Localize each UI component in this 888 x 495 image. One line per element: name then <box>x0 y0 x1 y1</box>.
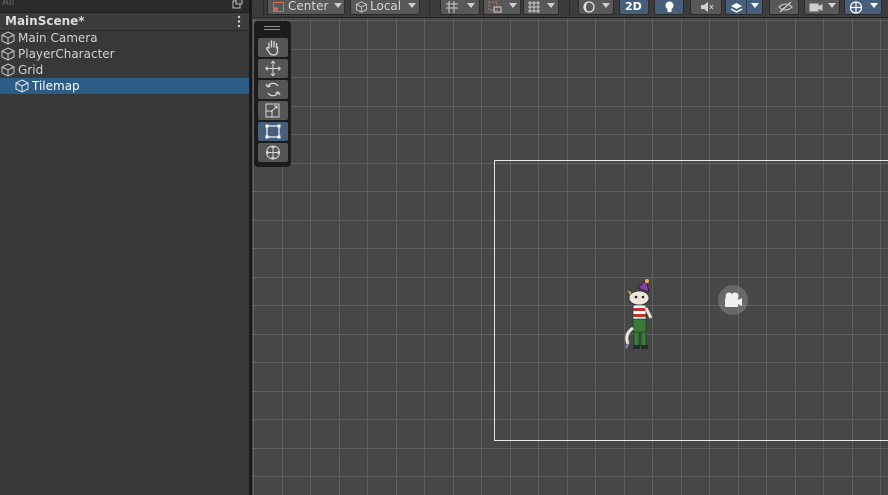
pivot-rotation-label: Local <box>370 0 402 13</box>
gameobject-cube-icon <box>15 79 29 93</box>
hand-tool-button[interactable] <box>258 38 288 57</box>
pivot-mode-label: Center <box>288 0 329 13</box>
overlay-grip[interactable] <box>264 29 280 30</box>
hierarchy-item-label: PlayerCharacter <box>18 47 115 61</box>
toolbar-separator <box>746 0 747 15</box>
chevron-down-icon <box>547 3 555 8</box>
camera-gizmo-icon[interactable] <box>718 285 748 315</box>
chevron-down-icon <box>509 3 517 8</box>
grid-visibility-dropdown[interactable] <box>523 0 559 15</box>
camera-settings-dropdown[interactable] <box>804 0 840 15</box>
create-icon[interactable] <box>231 0 243 9</box>
2d-mode-toggle[interactable]: 2D <box>619 0 649 15</box>
scene-visibility-toggle[interactable] <box>769 0 799 15</box>
player-character-sprite[interactable] <box>622 278 662 352</box>
tools-overlay[interactable] <box>254 21 291 167</box>
scene-name: MainScene* <box>5 14 85 28</box>
chevron-down-icon <box>467 3 475 8</box>
hierarchy-item-grid[interactable]: Grid <box>0 62 249 78</box>
hidden-eye-icon <box>778 1 793 13</box>
rotate-tool-button[interactable] <box>258 80 288 99</box>
transform-icon <box>266 145 280 160</box>
hierarchy-search-input[interactable]: All <box>2 0 14 8</box>
pivot-rotation-dropdown[interactable]: Local <box>350 0 420 15</box>
scale-tool-button[interactable] <box>258 101 288 120</box>
chevron-down-icon <box>334 3 342 8</box>
rect-transform-icon <box>265 124 281 139</box>
gameobject-cube-icon <box>1 31 15 45</box>
toolbar-separator <box>263 0 264 15</box>
gameobject-cube-icon <box>1 63 15 77</box>
chevron-down-icon <box>602 3 610 8</box>
2d-mode-label: 2D <box>625 0 642 13</box>
transform-tool-button[interactable] <box>258 143 288 162</box>
hierarchy-item-label: Grid <box>18 63 44 77</box>
effects-dropdown[interactable] <box>725 0 763 15</box>
scene-header[interactable]: MainScene* <box>0 13 249 31</box>
grid-snap-icon <box>446 1 458 13</box>
scene-view[interactable] <box>252 0 888 495</box>
local-space-cube-icon <box>355 1 368 13</box>
rect-tool-button[interactable] <box>258 122 288 141</box>
snap-increment-icon <box>488 1 502 13</box>
camera-bounds <box>494 160 888 441</box>
shaded-sphere-icon <box>583 1 595 13</box>
rotate-icon <box>265 82 281 97</box>
pivot-center-icon <box>273 2 284 12</box>
incremental-snap-dropdown[interactable] <box>483 0 521 15</box>
chevron-down-icon <box>408 3 416 8</box>
hierarchy-item-label: Main Camera <box>18 31 98 45</box>
move-arrows-icon <box>265 60 281 77</box>
more-options-icon[interactable] <box>237 15 241 28</box>
scene-audio-toggle[interactable] <box>690 0 722 15</box>
hierarchy-panel: All MainScene* Main Camera PlayerCharact… <box>0 0 249 495</box>
light-bulb-icon <box>665 1 674 12</box>
scene-toolbar: Center Local 2D <box>252 0 888 18</box>
grid-snapping-dropdown[interactable] <box>440 0 480 15</box>
overlay-grip[interactable] <box>264 26 280 27</box>
hand-icon <box>265 40 279 56</box>
video-camera-icon <box>809 3 823 12</box>
gizmos-dropdown[interactable] <box>844 0 882 15</box>
scene-lighting-toggle[interactable] <box>654 0 684 15</box>
scale-icon <box>265 103 280 118</box>
hierarchy-item-label: Tilemap <box>32 79 80 93</box>
hierarchy-item-main-camera[interactable]: Main Camera <box>0 30 249 46</box>
hierarchy-item-playercharacter[interactable]: PlayerCharacter <box>0 46 249 62</box>
toolbar-separator <box>429 0 430 15</box>
move-tool-button[interactable] <box>258 59 288 78</box>
chevron-down-icon <box>828 3 836 8</box>
pivot-mode-dropdown[interactable]: Center <box>267 0 345 15</box>
effects-layers-icon <box>730 3 743 13</box>
hierarchy-item-tilemap[interactable]: Tilemap <box>0 78 249 94</box>
hierarchy-search-bar[interactable]: All <box>0 0 249 13</box>
gameobject-cube-icon <box>1 47 15 61</box>
audio-mute-icon <box>701 2 714 12</box>
draw-mode-dropdown[interactable] <box>578 0 614 15</box>
gizmos-globe-icon <box>849 1 863 14</box>
grid-icon <box>528 1 540 13</box>
chevron-down-icon <box>870 3 878 8</box>
toolbar-separator <box>569 0 570 15</box>
chevron-down-icon <box>751 3 759 8</box>
